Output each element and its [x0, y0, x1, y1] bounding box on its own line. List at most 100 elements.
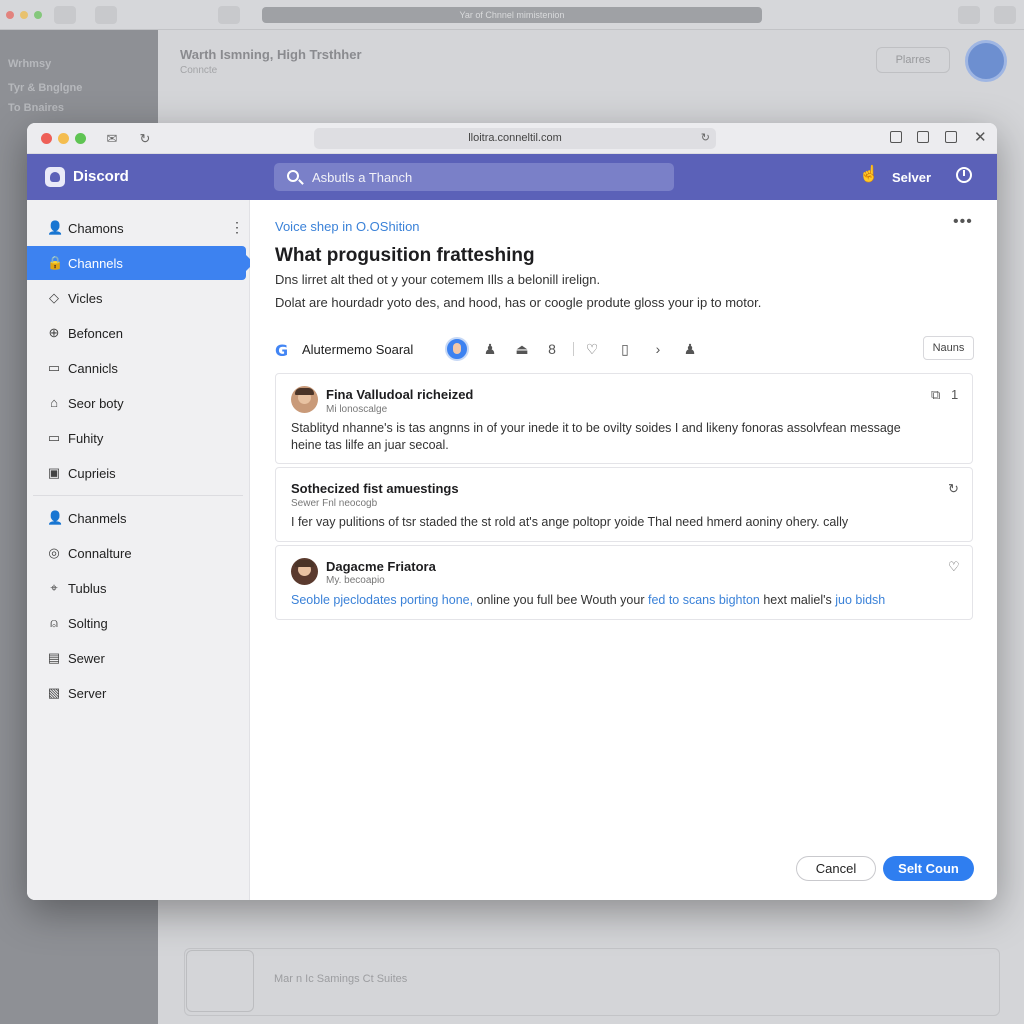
toolbar-divider: [573, 342, 574, 356]
list-icon: ▤: [47, 650, 61, 665]
chevron-right-icon[interactable]: ›: [649, 340, 667, 358]
card-body-text: online you full bee Wouth your: [473, 593, 648, 607]
sidebar-item-cuprieis[interactable]: ▣ Cuprieis: [27, 456, 246, 490]
folder-icon: ▭: [47, 430, 61, 445]
submit-button[interactable]: Selt Coun: [883, 856, 974, 881]
bg-zoom-dot: [34, 11, 42, 19]
card-body-line: heine tas lilfe an juar secoal.: [291, 438, 449, 452]
server-icon: ▧: [47, 685, 61, 700]
diamond-icon: ◇: [49, 290, 59, 305]
sidebar-item-sewer[interactable]: ▤ Sewer: [27, 641, 246, 675]
card-body-line: Stablityd nhanne's is tas angnns in of y…: [291, 421, 901, 435]
sidebar-item-tublus[interactable]: ⌖ Tublus: [27, 571, 246, 605]
url-text: lloitra.conneltil.com: [468, 132, 562, 144]
url-bar[interactable]: lloitra.conneltil.com ↻: [314, 128, 716, 149]
sidebar-item-vicles[interactable]: ◇ Vicles: [27, 281, 246, 315]
heart-icon[interactable]: ♡: [583, 340, 601, 358]
maximize-icon[interactable]: [945, 131, 957, 143]
card-count: 1: [951, 387, 959, 402]
bg-sidebar-line: To Bnaires: [8, 102, 65, 114]
reload-icon[interactable]: ↻: [136, 130, 154, 148]
user-icon: 👤: [47, 220, 64, 235]
sidebar-item-label: Tublus: [68, 581, 107, 596]
google-icon: G: [275, 341, 289, 360]
search-input[interactable]: [312, 163, 662, 191]
message-card[interactable]: Fina Valludoal richeized Mi lonoscalge ⧉…: [275, 373, 973, 464]
news-button[interactable]: Nauns: [923, 336, 974, 360]
window-titlebar: ✉ ↻ lloitra.conneltil.com ↻ ✕: [27, 123, 997, 154]
sidebar-item-label: Cannicls: [68, 361, 118, 376]
close-window-button[interactable]: [41, 133, 52, 144]
document-icon[interactable]: ▯: [616, 340, 634, 358]
avatar[interactable]: [291, 386, 318, 413]
person-icon[interactable]: ♟: [481, 340, 499, 358]
bg-footer-text: Mar n Ic Samings Ct Suites: [274, 973, 408, 985]
url-refresh-icon[interactable]: ↻: [701, 128, 710, 149]
brand-name: Discord: [73, 168, 129, 185]
discord-logo-icon: [45, 167, 65, 187]
search-box[interactable]: [274, 163, 674, 191]
refresh-icon[interactable]: ↻: [948, 481, 959, 497]
sidebar-item-channels[interactable]: 🔒 Channels: [27, 246, 254, 280]
sidebar-item-server[interactable]: ▧ Server: [27, 676, 246, 710]
sidebar-item-fuhity[interactable]: ▭ Fuhity: [27, 421, 246, 455]
message-card[interactable]: Dagacme Friatora My. becoapio ♡ Seoble p…: [275, 545, 973, 620]
card-link[interactable]: fed to scans bighton: [648, 593, 760, 607]
sidebar-item-label: Fuhity: [68, 431, 104, 446]
main-content: Voice shep in O.OShition ••• What progus…: [250, 200, 997, 900]
sidebar-item-seor-boty[interactable]: ⌂ Seor boty: [27, 386, 246, 420]
mail-icon[interactable]: ✉: [103, 130, 121, 148]
profile-avatar-button[interactable]: [445, 337, 469, 361]
sidebar-item-chamons[interactable]: 👤 Chamons ⋮: [27, 211, 246, 245]
app-window: ✉ ↻ lloitra.conneltil.com ↻ ✕ Discord ☝ …: [27, 123, 997, 900]
user-menu-label[interactable]: Selver: [892, 170, 931, 185]
page-description-secondary: Dolat are hourdadr yoto des, and hood, h…: [275, 295, 762, 310]
bg-page-subtitle: Conncte: [180, 65, 218, 76]
close-icon[interactable]: ✕: [974, 128, 987, 146]
bg-sidebar-line: Tyr & Bnglgne: [8, 82, 83, 94]
note-icon: ▣: [47, 465, 61, 480]
tabs-icon[interactable]: [917, 131, 929, 143]
thumbs-up-icon[interactable]: ⏏: [513, 340, 531, 358]
lock-icon: ⍝: [50, 615, 58, 630]
home-icon: ⌂: [50, 395, 58, 410]
sidebar: 👤 Chamons ⋮ 🔒 Channels ◇ Vicles ⊕ Befonc…: [27, 200, 254, 900]
hand-pointer-icon[interactable]: ☝: [859, 167, 879, 183]
sidebar-item-cannicls[interactable]: ▭ Cannicls: [27, 351, 246, 385]
bg-minimize-dot: [20, 11, 28, 19]
pin-icon[interactable]: ♟: [681, 340, 699, 358]
zoom-window-button[interactable]: [75, 133, 86, 144]
avatar[interactable]: [291, 558, 318, 585]
card-body-text: hext maliel's: [759, 593, 836, 607]
chat-icon: ◎: [48, 545, 60, 560]
card-meta: Sewer Fnl neocogb: [291, 498, 378, 509]
sidebar-item-befoncen[interactable]: ⊕ Befoncen: [27, 316, 246, 350]
user-icon: 👤: [47, 510, 64, 525]
sidebar-item-solting[interactable]: ⍝ Solting: [27, 606, 246, 640]
folder-icon: ▭: [47, 360, 61, 375]
sidebar-item-chanmels[interactable]: 👤 Chanmels: [27, 501, 246, 535]
sidebar-divider: [33, 495, 243, 496]
share-icon[interactable]: [890, 131, 902, 143]
sidebar-item-label: Sewer: [68, 651, 105, 666]
card-body: Seoble pjeclodates porting hone, online …: [291, 592, 885, 609]
copy-icon[interactable]: ⧉: [931, 387, 940, 403]
card-meta: My. becoapio: [326, 575, 385, 586]
bg-share-button: [958, 6, 980, 24]
card-link[interactable]: Seoble pjeclodates porting hone,: [291, 593, 473, 607]
clock-icon[interactable]: [956, 167, 972, 183]
card-title: Sothecized fist amuestings: [291, 481, 459, 496]
more-horizontal-icon[interactable]: •••: [953, 213, 973, 231]
figure-eight-icon[interactable]: 8: [543, 340, 561, 358]
bg-close-dot: [6, 11, 14, 19]
minimize-window-button[interactable]: [58, 133, 69, 144]
cancel-button[interactable]: Cancel: [796, 856, 876, 881]
message-card[interactable]: Sothecized fist amuestings Sewer Fnl neo…: [275, 467, 973, 542]
more-vertical-icon[interactable]: ⋮: [230, 219, 244, 236]
breadcrumb[interactable]: Voice shep in O.OShition: [275, 219, 420, 234]
heart-icon[interactable]: ♡: [948, 559, 960, 575]
bg-sidebar-button: [54, 6, 76, 24]
card-link[interactable]: juo bidsh: [835, 593, 885, 607]
sidebar-item-connalture[interactable]: ◎ Connalture: [27, 536, 246, 570]
app-header: Discord ☝ Selver: [27, 154, 997, 200]
